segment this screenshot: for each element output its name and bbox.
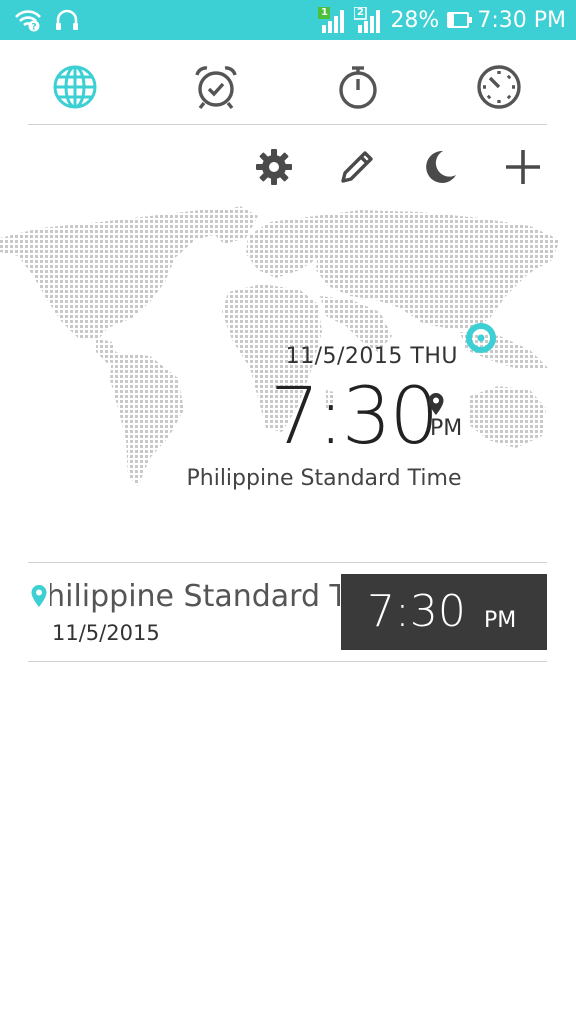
status-left: ? <box>14 6 80 34</box>
hero-ampm: PM <box>430 416 463 441</box>
signal-sim2: 2 <box>353 6 382 33</box>
settings-icon <box>256 149 292 185</box>
timer-icon <box>477 65 521 109</box>
settings-button[interactable] <box>249 142 299 192</box>
moon-icon <box>426 150 456 183</box>
status-bar: ? 1 2 28% 7:30 PM <box>0 0 576 40</box>
add-city-button[interactable] <box>498 142 548 192</box>
city-time: 7:30 <box>367 586 466 637</box>
status-right: 1 2 28% 7:30 PM <box>318 4 566 36</box>
wifi-icon: ? <box>15 10 41 33</box>
hero-timezone: Philippine Standard Time <box>186 466 462 491</box>
tab-alarm[interactable] <box>191 62 241 112</box>
pin-icon <box>428 393 444 415</box>
tab-bar <box>28 40 547 125</box>
city-name: Philippine Standard Time <box>50 579 340 614</box>
location-marker-icon <box>466 323 496 353</box>
city-time-box[interactable]: 7:30 PM <box>341 574 547 650</box>
sim2-number: 2 <box>356 7 364 18</box>
signal-sim1: 1 <box>318 7 346 33</box>
sim1-number: 1 <box>320 7 328 18</box>
battery-icon <box>447 12 473 28</box>
headset-icon <box>56 9 78 30</box>
night-mode-button[interactable] <box>415 142 465 192</box>
status-clock: 7:30 PM <box>477 7 566 33</box>
hero-time: 7:30 <box>270 372 439 462</box>
city-ampm: PM <box>484 608 517 633</box>
edit-icon <box>341 151 373 183</box>
plus-icon <box>506 150 540 184</box>
tab-world-clock[interactable] <box>50 62 100 112</box>
tab-stopwatch[interactable] <box>333 62 383 112</box>
pin-icon <box>31 585 47 607</box>
alarm-icon <box>195 66 237 110</box>
globe-icon <box>53 65 97 109</box>
battery-percent: 28% <box>390 7 440 33</box>
city-list: Philippine Standard Time 11/5/2015 7:30 … <box>28 562 547 662</box>
hero-date: 11/5/2015 THU <box>285 344 458 369</box>
edit-button[interactable] <box>332 142 382 192</box>
svg-text:?: ? <box>31 23 36 33</box>
action-bar <box>249 142 548 192</box>
stopwatch-icon <box>339 66 377 109</box>
city-date: 11/5/2015 <box>52 621 160 645</box>
tab-timer[interactable] <box>474 62 524 112</box>
